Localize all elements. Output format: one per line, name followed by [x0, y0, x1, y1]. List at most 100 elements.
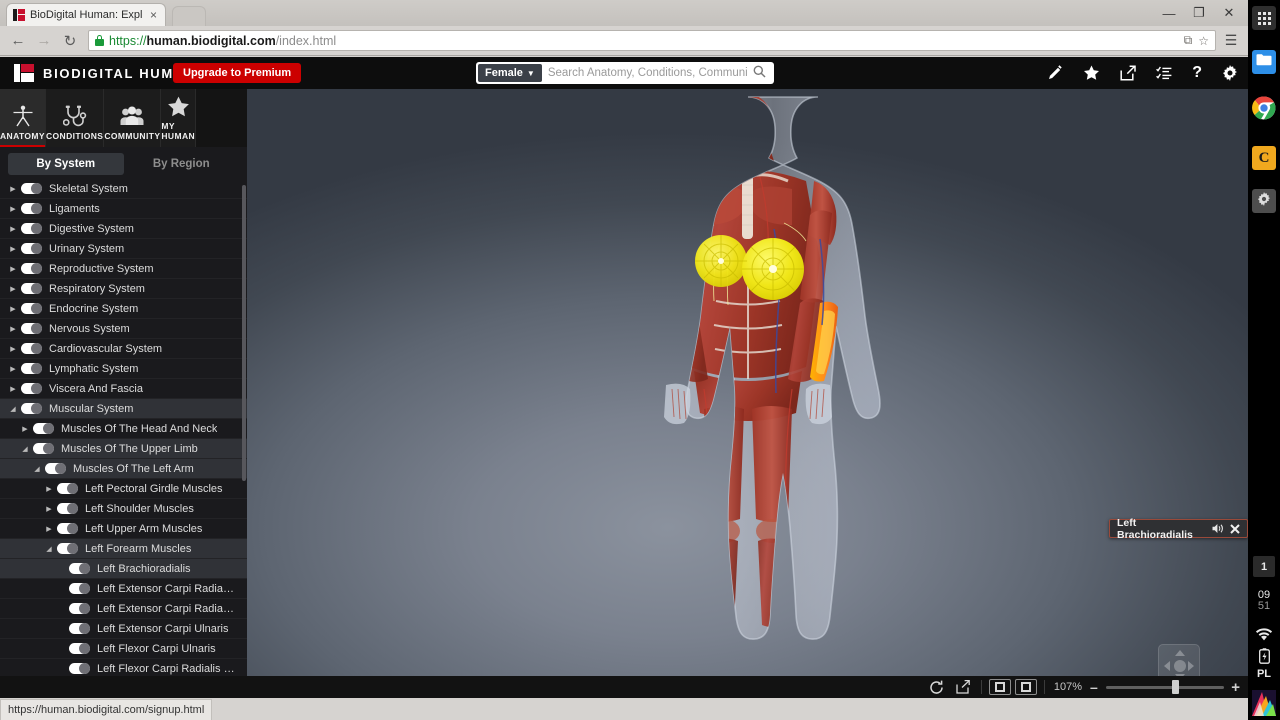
tree-row[interactable]: ▶ Left Shoulder Muscles: [0, 499, 247, 519]
tree-row[interactable]: ▶ Cardiovascular System: [0, 339, 247, 359]
favorite-star-icon[interactable]: [1083, 65, 1100, 81]
3d-viewport[interactable]: Left Brachioradialis: [247, 89, 1248, 698]
tree-row[interactable]: ◢ Left Forearm Muscles: [0, 539, 247, 559]
visibility-toggle[interactable]: [69, 643, 90, 654]
address-bar[interactable]: https://human.biodigital.com/index.html …: [88, 30, 1216, 51]
visibility-toggle[interactable]: [69, 663, 90, 674]
keyboard-layout-indicator[interactable]: PL: [1248, 668, 1280, 680]
chevron-right-icon[interactable]: ▶: [20, 425, 30, 433]
chevron-right-icon[interactable]: ▶: [8, 205, 18, 213]
dual-pane-layout-button[interactable]: [1014, 679, 1037, 695]
settings-gear-icon[interactable]: [1222, 65, 1238, 81]
tree-row[interactable]: ◢ Muscular System: [0, 399, 247, 419]
chevron-right-icon[interactable]: ▶: [44, 505, 54, 513]
tree-row[interactable]: Left Brachioradialis: [0, 559, 247, 579]
mode-tab-conditions[interactable]: CONDITIONS: [46, 89, 105, 147]
chevron-right-icon[interactable]: ▶: [8, 365, 18, 373]
tree-row[interactable]: ▶ Digestive System: [0, 219, 247, 239]
tab-by-region[interactable]: By Region: [124, 153, 240, 175]
callout-close-icon[interactable]: [1230, 523, 1240, 534]
battery-icon[interactable]: [1248, 648, 1280, 669]
tree-row[interactable]: ▶ Ligaments: [0, 199, 247, 219]
minimize-icon[interactable]: —: [1154, 0, 1184, 26]
save-page-icon[interactable]: ⧉: [1184, 33, 1193, 48]
dock-files-button[interactable]: [1252, 50, 1276, 74]
tree-row[interactable]: Left Extensor Carpi Ulnaris: [0, 619, 247, 639]
visibility-toggle[interactable]: [21, 383, 42, 394]
forward-icon[interactable]: →: [32, 29, 56, 53]
sidebar-scrollbar[interactable]: [242, 185, 246, 481]
audio-speaker-icon[interactable]: [1212, 523, 1224, 534]
visibility-toggle[interactable]: [57, 503, 78, 514]
zoom-out-icon[interactable]: –: [1090, 679, 1098, 695]
chevron-down-icon[interactable]: ◢: [8, 405, 18, 413]
share-icon[interactable]: [1120, 65, 1136, 81]
chevron-right-icon[interactable]: ▶: [8, 185, 18, 193]
desktop-wallpaper-thumbnail[interactable]: [1252, 690, 1276, 716]
reload-icon[interactable]: ↻: [58, 29, 82, 53]
nav-center-icon[interactable]: [1174, 660, 1186, 672]
visibility-toggle[interactable]: [69, 583, 90, 594]
visibility-toggle[interactable]: [21, 263, 42, 274]
new-tab-button[interactable]: [172, 6, 206, 26]
visibility-toggle[interactable]: [21, 203, 42, 214]
chevron-down-icon[interactable]: ◢: [32, 465, 42, 473]
anatomy-tree[interactable]: ▶ Skeletal System ▶ Ligaments ▶ Digestive Sys…: [0, 179, 247, 698]
visibility-toggle[interactable]: [21, 303, 42, 314]
brand-logo[interactable]: BIODIGITAL HUMAN: [14, 57, 196, 89]
draw-icon[interactable]: [1047, 65, 1063, 81]
close-window-icon[interactable]: ✕: [1214, 0, 1244, 26]
fullscreen-popout-icon[interactable]: [950, 676, 976, 698]
search-icon[interactable]: [753, 65, 772, 81]
tree-row[interactable]: ▶ Left Pectoral Girdle Muscles: [0, 479, 247, 499]
visibility-toggle[interactable]: [21, 403, 42, 414]
visibility-toggle[interactable]: [21, 363, 42, 374]
tree-row[interactable]: ▶ Respiratory System: [0, 279, 247, 299]
reset-view-icon[interactable]: [924, 676, 950, 698]
zoom-in-icon[interactable]: +: [1231, 679, 1240, 696]
tree-row[interactable]: ▶ Urinary System: [0, 239, 247, 259]
chevron-right-icon[interactable]: ▶: [44, 525, 54, 533]
chevron-right-icon[interactable]: ▶: [8, 305, 18, 313]
browser-tab[interactable]: BioDigital Human: Explo ×: [6, 3, 166, 26]
visibility-toggle[interactable]: [57, 543, 78, 554]
tree-row[interactable]: ▶ Endocrine System: [0, 299, 247, 319]
visibility-toggle[interactable]: [21, 323, 42, 334]
tree-row[interactable]: ▶ Reproductive System: [0, 259, 247, 279]
tree-row[interactable]: Left Extensor Carpi Radiali...: [0, 599, 247, 619]
help-icon[interactable]: ?: [1192, 64, 1202, 82]
visibility-toggle[interactable]: [57, 483, 78, 494]
system-clock[interactable]: 09 51: [1248, 590, 1280, 612]
workspace-indicator[interactable]: 1: [1253, 556, 1275, 577]
chevron-right-icon[interactable]: ▶: [8, 265, 18, 273]
nav-left-icon[interactable]: [1164, 661, 1170, 671]
chevron-down-icon[interactable]: ◢: [20, 445, 30, 453]
mode-tab-my-human[interactable]: MY HUMAN: [161, 89, 197, 147]
chevron-right-icon[interactable]: ▶: [8, 245, 18, 253]
browser-menu-icon[interactable]: ☰: [1220, 29, 1242, 53]
checklist-icon[interactable]: [1156, 66, 1172, 80]
zoom-slider-thumb[interactable]: [1172, 680, 1179, 694]
tab-close-icon[interactable]: ×: [148, 9, 159, 21]
single-pane-layout-button[interactable]: [988, 679, 1011, 695]
visibility-toggle[interactable]: [69, 563, 90, 574]
visibility-toggle[interactable]: [21, 283, 42, 294]
chevron-right-icon[interactable]: ▶: [8, 325, 18, 333]
dock-c-app-button[interactable]: C: [1252, 146, 1276, 170]
bookmark-star-icon[interactable]: ☆: [1198, 34, 1209, 48]
chevron-right-icon[interactable]: ▶: [8, 345, 18, 353]
chevron-right-icon[interactable]: ▶: [44, 485, 54, 493]
chevron-down-icon[interactable]: ◢: [44, 545, 54, 553]
dock-app-grid-button[interactable]: [1252, 6, 1276, 30]
zoom-slider-track[interactable]: [1106, 685, 1224, 689]
visibility-toggle[interactable]: [69, 603, 90, 614]
visibility-toggle[interactable]: [57, 523, 78, 534]
tree-row[interactable]: Left Extensor Carpi Radiali...: [0, 579, 247, 599]
maximize-icon[interactable]: ❐: [1184, 0, 1214, 26]
chevron-right-icon[interactable]: ▶: [8, 285, 18, 293]
dock-settings-button[interactable]: [1252, 189, 1276, 213]
tree-row[interactable]: ▶ Lymphatic System: [0, 359, 247, 379]
mode-tab-community[interactable]: COMMUNITY: [104, 89, 162, 147]
gender-selector[interactable]: Female ▼: [478, 64, 542, 82]
zoom-slider[interactable]: – +: [1090, 676, 1240, 698]
